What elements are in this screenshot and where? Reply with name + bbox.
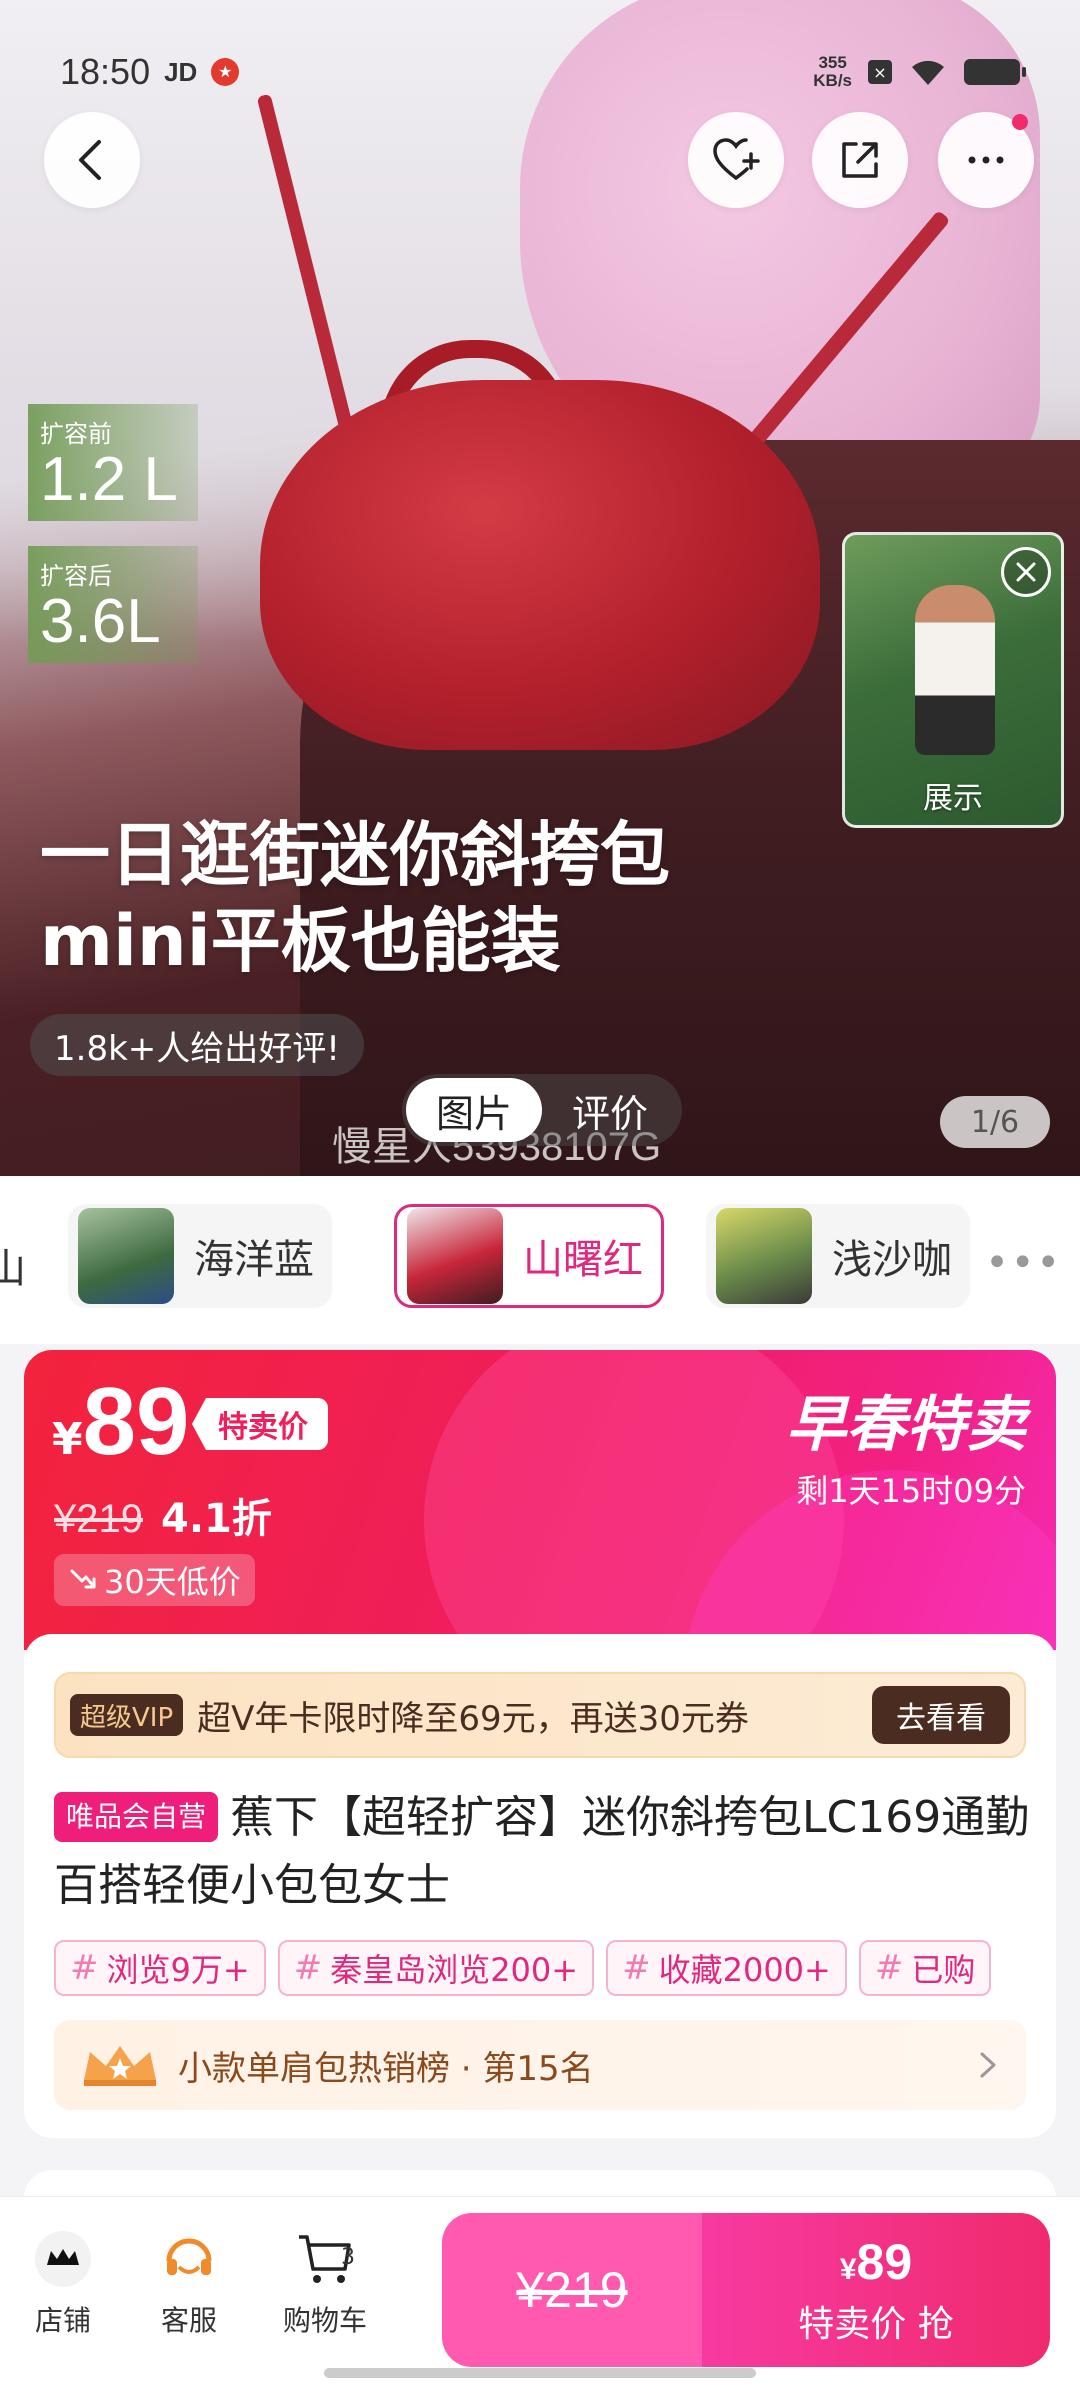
status-time: 18:50	[60, 51, 151, 92]
battery-icon	[964, 59, 1026, 85]
status-carrier: JD	[164, 56, 198, 87]
original-price: ¥219	[54, 1497, 143, 1541]
original-price-buy-button[interactable]: ¥219	[442, 2213, 702, 2367]
cart-count: 3	[341, 2245, 355, 2270]
ranking-text: 小款单肩包热销榜 · 第15名	[178, 2048, 594, 2089]
variant-thumbnail	[407, 1208, 503, 1304]
promo-countdown: 剩1天15时09分	[796, 1472, 1026, 1510]
buy-price: ¥89	[839, 2234, 913, 2290]
video-thumbnail-model	[915, 585, 995, 755]
variant-dawn-red[interactable]: 山曙红	[394, 1204, 664, 1308]
hero-headline: 一日逛街迷你斜挎包 mini平板也能装	[40, 814, 670, 982]
buy-label: 特卖价 抢	[798, 2304, 954, 2345]
stat-tag[interactable]: # 浏览9万+	[54, 1940, 266, 1996]
home-indicator[interactable]	[324, 2368, 756, 2378]
media-tab-switch: 图片 评价	[402, 1074, 683, 1146]
video-label: 展示	[923, 781, 983, 816]
sale-price-buy-button[interactable]: ¥89 特卖价 抢	[702, 2213, 1050, 2367]
crown-icon	[84, 2046, 156, 2086]
vip-promo-bar[interactable]: 超级VIP 超V年卡限时降至69元，再送30元券 去看看	[54, 1672, 1026, 1758]
stat-tag[interactable]: # 收藏2000+	[606, 1940, 847, 1996]
vip-view-button[interactable]: 去看看	[872, 1686, 1010, 1744]
status-bar: 18:50 JD ★ 355 KB/s ×	[0, 0, 1080, 112]
discount-rate: 4.1折	[160, 1496, 272, 1542]
more-dots-icon	[968, 156, 1004, 164]
headset-icon	[157, 2227, 221, 2291]
stat-tag[interactable]: # 秦皇岛浏览200+	[277, 1940, 595, 1996]
share-icon	[842, 142, 878, 178]
product-image-carousel[interactable]: 18:50 JD ★ 355 KB/s × 扩容前 1.2 L 扩容后 3.6L…	[0, 0, 1080, 1176]
chevron-left-icon	[79, 140, 101, 180]
close-icon	[1016, 562, 1036, 582]
more-menu-button[interactable]	[938, 112, 1034, 208]
variant-thumbnail	[78, 1208, 174, 1304]
low-price-badge: 30天低价	[54, 1554, 255, 1606]
variant-ocean-blue[interactable]: 海洋蓝	[68, 1204, 332, 1308]
chevron-right-icon	[980, 2052, 996, 2078]
favorite-button[interactable]	[688, 112, 784, 208]
buy-button-group: ¥219 ¥89 特卖价 抢	[442, 2213, 1050, 2367]
network-speed: 355 KB/s	[813, 53, 852, 90]
customer-service-button[interactable]: 客服	[134, 2227, 244, 2339]
product-info-card: 超级VIP 超V年卡限时降至69元，再送30元券 去看看 唯品会自营 蕉下【超轻扩…	[24, 1634, 1056, 2138]
price-banner: ¥ 89 特卖价 ¥219 4.1折 30天低价 早春特卖 剩1天15时09分	[24, 1350, 1056, 1650]
more-variants-button[interactable]: •••	[985, 1240, 1062, 1286]
heart-plus-icon	[713, 138, 760, 180]
trend-down-icon	[70, 1569, 96, 1589]
variant-sand-brown[interactable]: 浅沙咖	[706, 1204, 970, 1308]
vip-badge: 超级VIP	[70, 1694, 184, 1736]
sim-off-icon: ×	[868, 60, 892, 84]
current-price: ¥ 89	[52, 1368, 190, 1475]
image-product-bag	[260, 380, 820, 750]
tab-reviews[interactable]: 评价	[542, 1078, 678, 1142]
image-counter: 1/6	[940, 1096, 1050, 1148]
self-operated-tag: 唯品会自营	[54, 1792, 219, 1842]
variant-thumbnail	[716, 1208, 812, 1304]
vip-promo-text: 超V年卡限时降至69元，再送30元券	[197, 1698, 749, 1739]
sale-price-tag: 特卖价	[192, 1398, 328, 1450]
share-button[interactable]	[812, 112, 908, 208]
variant-partial: 山	[0, 1246, 26, 1292]
tab-images[interactable]: 图片	[406, 1078, 543, 1142]
review-count-pill[interactable]: 1.8k+人给出好评!	[30, 1014, 364, 1076]
notification-dot	[1012, 114, 1028, 130]
stat-tag[interactable]: # 已购	[858, 1940, 992, 1996]
notification-app-icon: ★	[211, 58, 240, 86]
original-price-row: ¥219 4.1折	[54, 1486, 272, 1544]
back-button[interactable]	[44, 112, 140, 208]
cart-button[interactable]: 3 购物车	[270, 2227, 380, 2339]
ranking-bar[interactable]: 小款单肩包热销榜 · 第15名	[54, 2020, 1026, 2110]
product-title: 唯品会自营 蕉下【超轻扩容】迷你斜挎包LC169通勤百搭轻便小包包女士	[54, 1792, 1030, 1911]
color-variant-selector: 山 海洋蓝 山曙红 浅沙咖 •••	[0, 1176, 1080, 1344]
product-stats-tags: # 浏览9万+ # 秦皇岛浏览200+ # 收藏2000+ # 已购	[54, 1940, 1034, 1998]
capacity-before-tag: 扩容前 1.2 L	[28, 404, 198, 521]
store-button[interactable]: 店铺	[8, 2227, 118, 2339]
close-video-button[interactable]	[1001, 547, 1051, 597]
cart-icon: 3	[293, 2227, 357, 2291]
video-preview-thumbnail[interactable]: 展示	[842, 532, 1064, 828]
wifi-icon	[912, 60, 944, 85]
bottom-action-bar: 店铺 客服 3 购物车 ¥219 ¥89 特卖价 抢	[0, 2196, 1080, 2388]
store-icon	[31, 2227, 95, 2291]
promo-title: 早春特卖	[786, 1390, 1026, 1460]
capacity-after-tag: 扩容后 3.6L	[28, 546, 198, 663]
